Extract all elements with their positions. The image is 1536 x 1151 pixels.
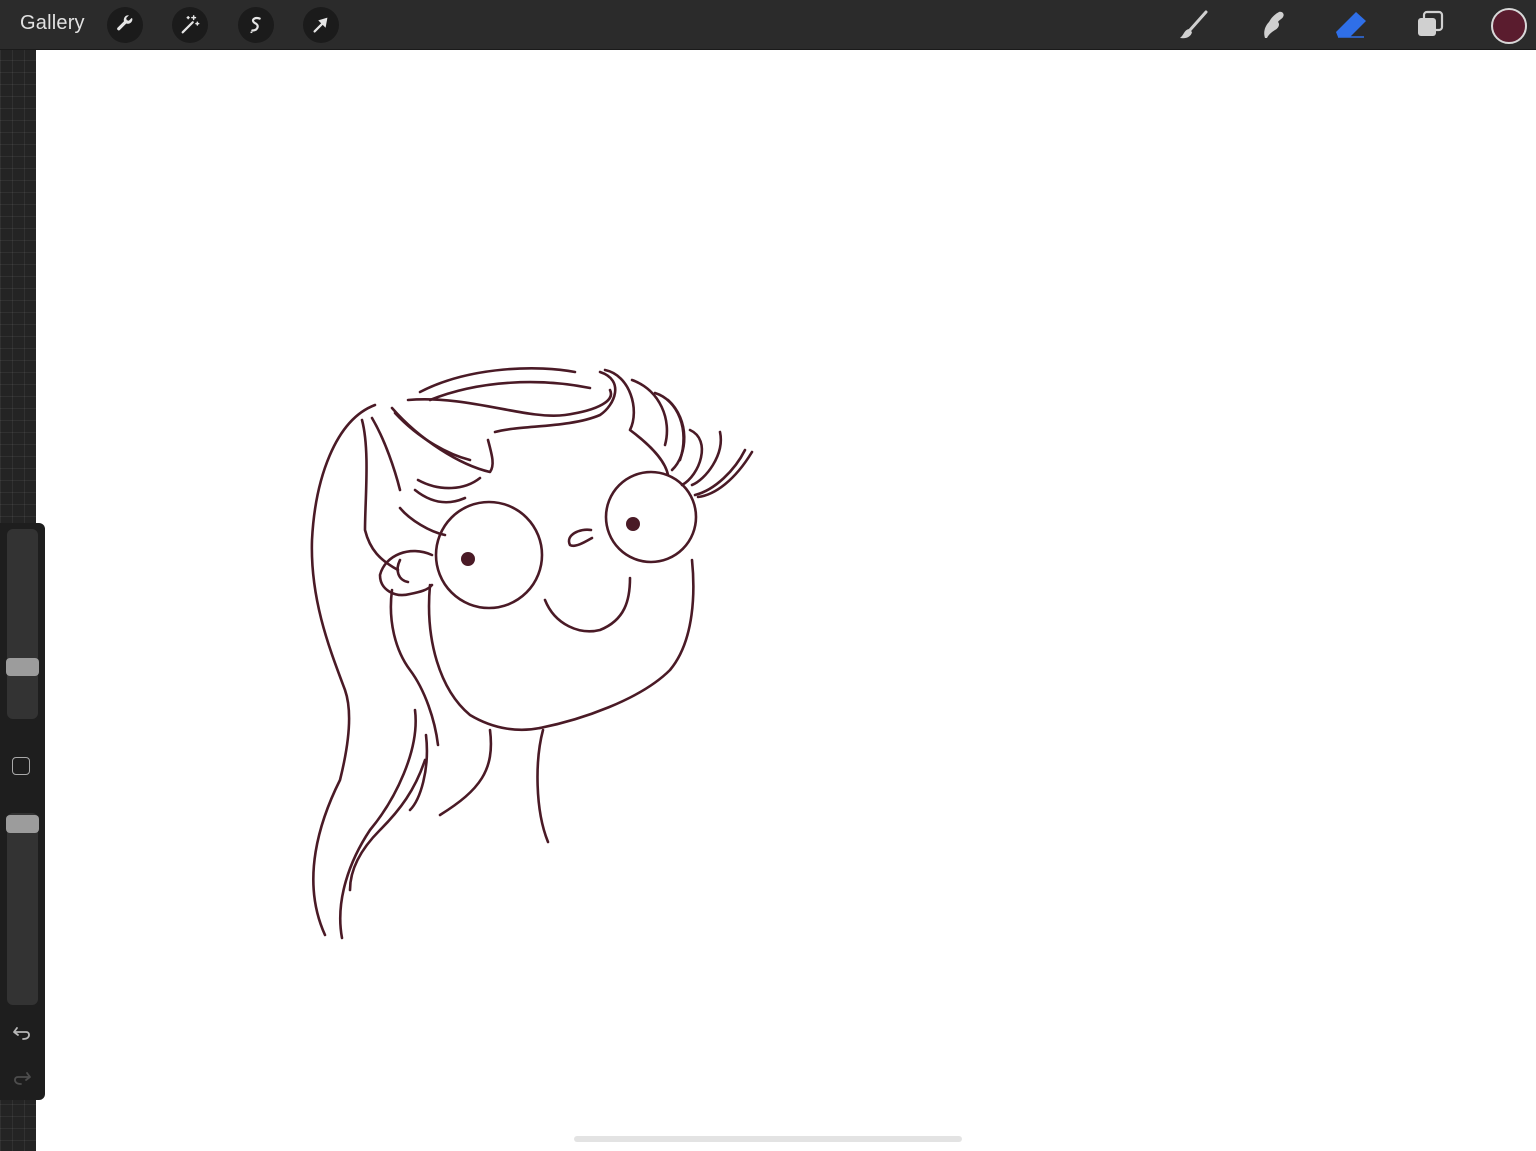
brush-size-slider[interactable] [7,529,38,719]
undo-icon[interactable] [11,1022,33,1044]
home-indicator[interactable] [574,1136,962,1142]
redo-icon[interactable] [11,1067,33,1089]
modify-button[interactable] [12,757,30,775]
line-art-drawing [310,367,754,940]
brush-size-thumb[interactable] [6,658,39,676]
opacity-thumb[interactable] [6,815,39,833]
opacity-slider[interactable] [7,813,38,1005]
left-sidebar [0,523,45,1100]
